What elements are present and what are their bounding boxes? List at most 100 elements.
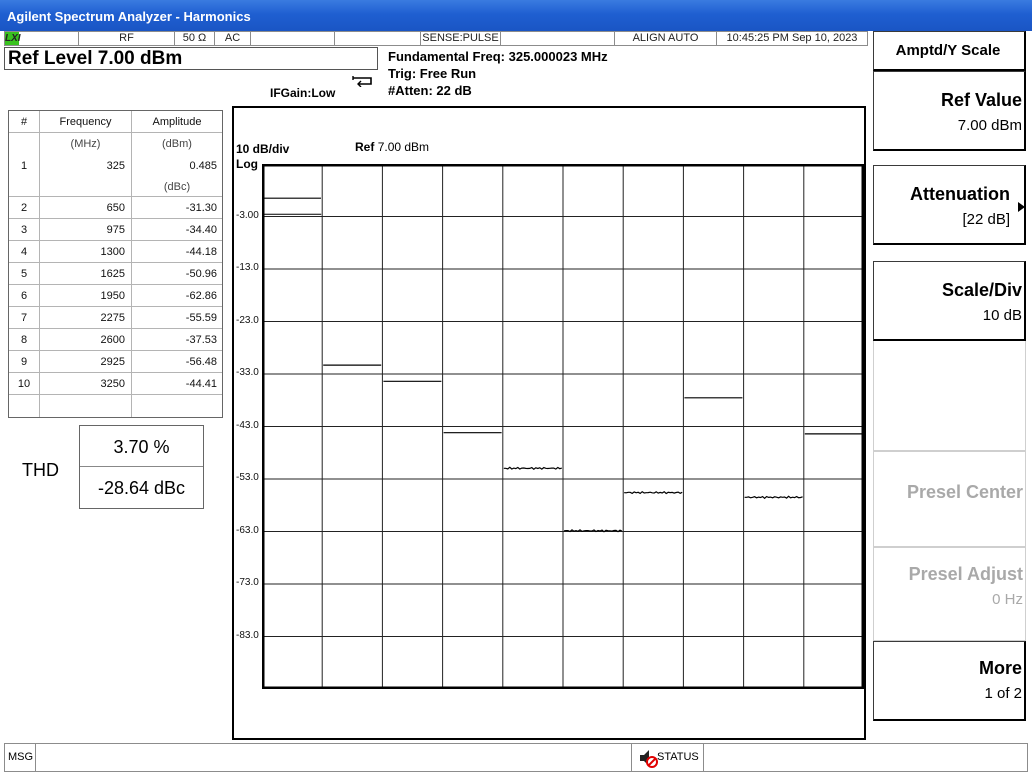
cell-num: 7 — [9, 307, 40, 328]
ref-value: 7.00 dBm — [377, 140, 430, 154]
cell-amp: -44.18 — [185, 246, 217, 258]
table-row: 1 325 0.485 — [9, 155, 222, 177]
datetime: 10:45:25 PM Sep 10, 2023 — [726, 32, 858, 44]
ref-value-softkey-label: Ref Value — [940, 90, 1022, 110]
y-tick-label: -33.0 — [236, 367, 259, 378]
attenuation-softkey-label: Attenuation — [910, 184, 1010, 204]
more-softkey-label: More — [978, 658, 1022, 678]
cell-freq: 2925 — [40, 351, 132, 372]
y-tick-label: -73.0 — [236, 577, 259, 588]
ref-value-softkey-value: 7.00 dBm — [957, 117, 1022, 134]
thd-readout: 3.70 % -28.64 dBc — [79, 425, 204, 509]
thd-percent: 3.70 % — [80, 426, 203, 467]
cell-freq: 975 — [40, 219, 132, 240]
y-tick-label: -13.0 — [236, 262, 259, 273]
amp-unit: (dBm) — [162, 138, 192, 150]
impedance-indicator: 50 Ω — [175, 32, 215, 45]
presel-center-softkey[interactable]: Presel Center — [873, 451, 1026, 547]
thd-dbc: -28.64 dBc — [97, 478, 186, 498]
cell-num: 4 — [9, 241, 40, 262]
harmonics-plot — [262, 164, 864, 689]
y-tick-label: -63.0 — [236, 524, 259, 536]
harmonic-trace-9 — [744, 495, 803, 500]
sense-indicator: SENSE:PULSE — [421, 32, 501, 45]
harmonic-trace-7 — [624, 490, 683, 495]
rel-unit: (dBc) — [163, 181, 191, 193]
cell-num: 3 — [9, 219, 40, 240]
cell-num: 6 — [9, 285, 40, 306]
ref-label: Ref 7.00 dBm — [355, 140, 429, 154]
col-header-num: # — [9, 111, 40, 132]
cell-num: 2 — [9, 197, 40, 218]
cell-amp: -50.96 — [185, 268, 217, 280]
softkey-menu-title: Amptd/Y Scale — [873, 31, 1026, 71]
ref-prefix: Ref — [355, 140, 375, 154]
table-row: 8 2600 -37.53 — [9, 329, 222, 351]
trigger-mode: Trig: Free Run — [388, 66, 477, 81]
attenuation-readout: #Atten: 22 dB — [388, 83, 472, 98]
cell-freq: 1625 — [40, 263, 132, 284]
y-tick-label: -53.0 — [236, 472, 259, 483]
presel-adjust-softkey-value: 0 Hz — [992, 591, 1023, 608]
cell-amp: -37.53 — [185, 334, 217, 346]
presel-adjust-softkey[interactable]: Presel Adjust 0 Hz — [873, 547, 1026, 641]
presel-adjust-softkey-label: Presel Adjust — [908, 564, 1023, 584]
continuous-sweep-icon — [352, 76, 372, 87]
cell-freq: 1950 — [40, 285, 132, 306]
lxi-indicator: LXI — [5, 32, 21, 45]
softkey-panel: Amptd/Y Scale Ref Value 7.00 dBm Attenua… — [870, 31, 1032, 743]
presel-center-softkey-label: Presel Center — [906, 482, 1023, 502]
table-row: 10 3250 -44.41 — [9, 373, 222, 395]
status-label[interactable]: STATUS — [657, 751, 699, 763]
cell-amp: -62.86 — [185, 290, 217, 302]
cell-amp: -55.59 — [185, 312, 217, 324]
cell-amp: -31.30 — [185, 202, 217, 214]
table-row: 2 650 -31.30 — [9, 197, 222, 219]
ref-value-softkey[interactable]: Ref Value 7.00 dBm — [873, 71, 1026, 151]
measurement-info: Fundamental Freq: 325.000023 MHz Trig: F… — [388, 48, 608, 99]
window-title: Agilent Spectrum Analyzer - Harmonics — [7, 9, 251, 24]
y-tick-label: -3.00 — [236, 209, 259, 221]
scale-per-div: 10 dB/div — [236, 142, 290, 156]
cell-freq: 1300 — [40, 241, 132, 262]
window-title-bar: Agilent Spectrum Analyzer - Harmonics — [0, 0, 1032, 31]
cell-num: 10 — [9, 373, 40, 394]
y-tick-label: -23.0 — [236, 314, 259, 326]
freq-unit: (MHz) — [40, 133, 132, 155]
table-row: 4 1300 -44.18 — [9, 241, 222, 263]
scale-div-softkey[interactable]: Scale/Div 10 dB — [873, 261, 1026, 341]
cell-freq: 650 — [40, 197, 132, 218]
cell-num: 5 — [9, 263, 40, 284]
harmonics-table: # Frequency Amplitude (MHz) (dBm) 1 325 … — [8, 110, 223, 418]
cell-freq: 2600 — [40, 329, 132, 350]
more-softkey[interactable]: More 1 of 2 — [873, 641, 1026, 721]
muted-speaker-icon[interactable] — [637, 747, 659, 769]
cell-amp: -34.40 — [185, 224, 217, 236]
cell-amp: -56.48 — [185, 356, 217, 368]
instrument-status-row: LXI RF 50 Ω AC SENSE:PULSE ALIGN AUTO 10… — [4, 31, 868, 46]
attenuation-softkey[interactable]: Attenuation [22 dB] — [873, 165, 1026, 245]
fundamental-freq: Fundamental Freq: 325.000023 MHz — [388, 49, 608, 64]
cell-amp: -44.41 — [185, 378, 217, 390]
cell-num: 9 — [9, 351, 40, 372]
col-header-amplitude: Amplitude — [152, 116, 202, 128]
coupling-indicator: AC — [215, 32, 251, 45]
table-row: 5 1625 -50.96 — [9, 263, 222, 285]
y-tick-label: -43.0 — [236, 419, 259, 431]
cell-num: 8 — [9, 329, 40, 350]
cell-freq: 2275 — [40, 307, 132, 328]
scale-div-softkey-value: 10 dB — [982, 307, 1022, 324]
table-row: 3 975 -34.40 — [9, 219, 222, 241]
table-header-row: # Frequency Amplitude — [9, 111, 222, 133]
blank-softkey — [873, 341, 1026, 451]
table-row: 7 2275 -55.59 — [9, 307, 222, 329]
table-units-row-dbc: (dBc) — [9, 177, 222, 197]
table-row: 6 1950 -62.86 — [9, 285, 222, 307]
col-header-frequency: Frequency — [40, 111, 132, 132]
y-tick-label: -83.0 — [236, 629, 259, 641]
ref-level-readout: Ref Level 7.00 dBm — [4, 47, 378, 70]
thd-label: THD — [22, 460, 59, 480]
submenu-arrow-icon — [1018, 202, 1025, 212]
msg-label: MSG — [8, 751, 34, 763]
harmonic-trace-5 — [503, 466, 562, 470]
